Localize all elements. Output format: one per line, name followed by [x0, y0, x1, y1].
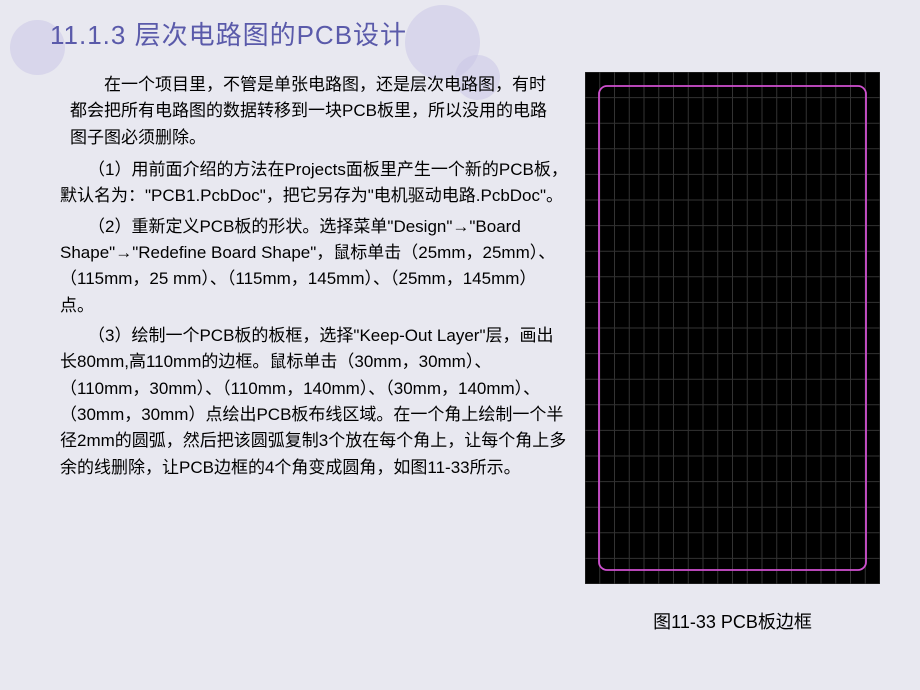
- text-column: 在一个项目里，不管是单张电路图，还是层次电路图，有时都会把所有电路图的数据转移到…: [50, 72, 570, 634]
- slide-content: 11.1.3 层次电路图的PCB设计 在一个项目里，不管是单张电路图，还是层次电…: [0, 0, 920, 654]
- slide-title: 11.1.3 层次电路图的PCB设计: [50, 15, 890, 52]
- figure-caption: 图11-33 PCB板边框: [653, 608, 812, 634]
- pcb-board-figure: [585, 72, 880, 584]
- list-item: （1）用前面介绍的方法在Projects面板里产生一个新的PCB板，默认名为："…: [50, 157, 570, 210]
- list-item: （3）绘制一个PCB板的板框，选择"Keep-Out Layer"层，画出长80…: [50, 323, 570, 481]
- pcb-svg: [585, 72, 880, 584]
- list-item: （2）重新定义PCB板的形状。选择菜单"Design"→"Board Shape…: [50, 214, 570, 319]
- figure-column: 图11-33 PCB板边框: [585, 72, 880, 634]
- intro-paragraph: 在一个项目里，不管是单张电路图，还是层次电路图，有时都会把所有电路图的数据转移到…: [50, 72, 570, 151]
- body-wrap: 在一个项目里，不管是单张电路图，还是层次电路图，有时都会把所有电路图的数据转移到…: [50, 72, 890, 634]
